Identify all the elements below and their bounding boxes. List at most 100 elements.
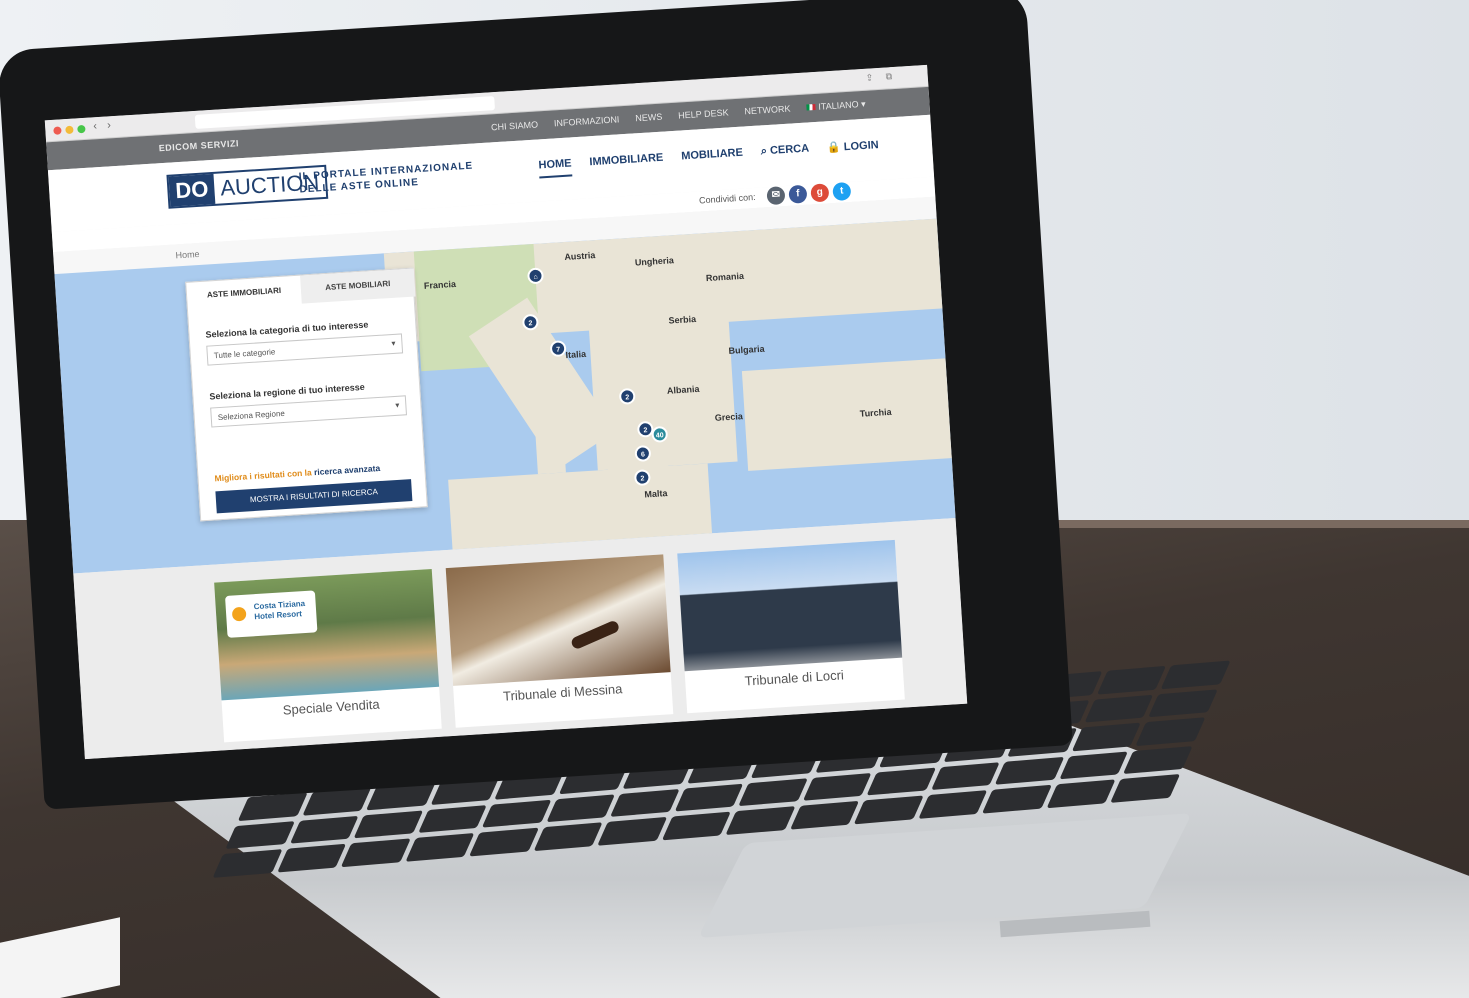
- region-select[interactable]: Seleziona Regione ▾: [210, 395, 408, 428]
- nav-login[interactable]: 🔒 LOGIN: [827, 138, 880, 160]
- keyboard-key: [866, 767, 937, 796]
- keyboard-key: [994, 756, 1065, 786]
- keyboard-key: [854, 795, 924, 825]
- breadcrumb-home[interactable]: Home: [175, 249, 200, 260]
- keyboard-key: [289, 815, 359, 845]
- keyboard-key: [353, 810, 423, 839]
- keyboard-key: [533, 822, 603, 852]
- minimize-dot-icon[interactable]: [65, 125, 74, 135]
- map-label-francia: Francia: [423, 278, 457, 291]
- topnav-network[interactable]: NETWORK: [744, 104, 791, 118]
- keyboard-key: [404, 833, 475, 862]
- photo-scene: ‹ › ⇪ ⧉ EDICOM SERVIZI CHI SIAMO INFORMA…: [0, 0, 1469, 998]
- category-value: Tutte le categorie: [213, 347, 276, 361]
- keyboard-key: [1084, 694, 1154, 723]
- auction-map[interactable]: Francia Austria Ungheria Romania Italia …: [54, 218, 956, 574]
- nav-mobiliare[interactable]: MOBILIARE: [681, 147, 744, 170]
- keyboard-key: [1148, 688, 1218, 718]
- category-select[interactable]: Tutte le categorie ▾: [206, 333, 404, 366]
- google-plus-icon[interactable]: g: [810, 183, 830, 203]
- map-label-turchia: Turchia: [859, 406, 892, 419]
- map-land-sardinia: [534, 412, 566, 475]
- books-gavel-photo: [445, 554, 671, 686]
- keyboard-key: [918, 790, 988, 819]
- lock-icon: 🔒: [826, 141, 842, 155]
- keyboard-key: [930, 761, 1001, 791]
- card-speciale-vendita[interactable]: Costa Tiziana Hotel Resort Speciale Vend…: [214, 568, 442, 743]
- close-dot-icon[interactable]: [53, 126, 62, 135]
- map-label-serbia: Serbia: [668, 313, 697, 326]
- back-icon[interactable]: ‹: [93, 120, 97, 132]
- keyboard-key: [1135, 717, 1206, 746]
- map-land-balkans: [587, 291, 738, 471]
- chevron-down-icon: ▾: [395, 400, 400, 410]
- main-nav: HOME IMMOBILIARE MOBILIARE ⌕ CERCA 🔒 LOG…: [538, 138, 880, 179]
- keyboard-key: [1161, 660, 1231, 689]
- building-photo: [677, 539, 903, 672]
- card-tribunale-messina[interactable]: Tribunale di Messina: [445, 554, 674, 728]
- topnav-chi-siamo[interactable]: CHI SIAMO: [491, 119, 539, 133]
- keyboard-key: [610, 788, 680, 818]
- show-results-button[interactable]: MOSTRA I RISULTATI DI RICERCA: [215, 479, 413, 514]
- advanced-prefix: Migliora i risultati con la: [214, 467, 313, 484]
- keyboard-key: [1097, 665, 1167, 695]
- keyboard-key: [789, 801, 860, 830]
- search-icon: ⌕: [760, 145, 768, 158]
- card-tribunale-locri[interactable]: Tribunale di Locri: [677, 539, 905, 714]
- nav-immobiliare[interactable]: IMMOBILIARE: [589, 152, 664, 176]
- keyboard-key: [1110, 774, 1181, 803]
- facebook-icon[interactable]: f: [788, 184, 808, 204]
- keyboard-key: [982, 785, 1052, 814]
- forward-icon[interactable]: ›: [107, 119, 111, 131]
- keyboard-key: [417, 804, 488, 834]
- keyboard-key: [661, 811, 731, 841]
- keyboard-key: [597, 817, 667, 846]
- twitter-icon[interactable]: t: [832, 181, 852, 202]
- map-land-turkey: [741, 357, 956, 471]
- keyboard-key: [481, 799, 552, 828]
- map-label-grecia: Grecia: [714, 411, 744, 423]
- map-label-austria: Austria: [564, 250, 596, 263]
- keyboard-key: [1071, 722, 1142, 752]
- logo-do: DO: [168, 173, 216, 207]
- language-select[interactable]: ITALIANO ▾: [806, 99, 866, 114]
- resort-photo: Costa Tiziana Hotel Resort: [214, 568, 440, 701]
- nav-cerca[interactable]: ⌕ CERCA: [760, 142, 809, 164]
- search-panel: ASTE IMMOBILIARI ASTE MOBILIARI Selezion…: [185, 267, 428, 522]
- keyboard-key: [225, 820, 295, 850]
- nav-home[interactable]: HOME: [538, 157, 573, 179]
- laptop-screen: ‹ › ⇪ ⧉ EDICOM SERVIZI CHI SIAMO INFORMA…: [44, 64, 968, 760]
- keyboard-key: [1123, 745, 1193, 775]
- region-value: Seleziona Regione: [217, 408, 286, 423]
- tabs-icon[interactable]: ⧉: [885, 71, 892, 82]
- keyboard-key: [212, 849, 282, 878]
- keyboard-key: [1046, 779, 1116, 809]
- share-label: Condividi con:: [698, 191, 756, 206]
- keyboard-key: [469, 828, 539, 857]
- keyboard-key: [545, 794, 616, 823]
- keyboard-key: [738, 778, 808, 807]
- keyboard-key: [1059, 751, 1129, 780]
- keyboard-key: [725, 806, 796, 836]
- keyboard-key: [674, 783, 744, 812]
- zoom-dot-icon[interactable]: [77, 124, 86, 134]
- keyboard-key: [276, 844, 347, 873]
- gavel-icon: [569, 619, 621, 651]
- tab-aste-immobiliari[interactable]: ASTE IMMOBILIARI: [186, 276, 302, 311]
- advanced-search-text: Migliora i risultati con la ricerca avan…: [214, 463, 380, 483]
- email-icon[interactable]: ✉: [766, 186, 786, 206]
- map-label-bulgaria: Bulgaria: [728, 343, 765, 356]
- topnav-news[interactable]: NEWS: [635, 112, 663, 125]
- chevron-down-icon: ▾: [391, 338, 396, 349]
- keyboard-key: [340, 838, 411, 868]
- share-icon[interactable]: ⇪: [865, 72, 873, 83]
- edicom-brand[interactable]: EDICOM SERVIZI: [158, 138, 239, 153]
- topnav-informazioni[interactable]: INFORMAZIONI: [554, 114, 620, 129]
- map-label-malta: Malta: [644, 488, 668, 500]
- map-label-albania: Albania: [666, 383, 700, 396]
- italy-flag-icon: [806, 103, 816, 111]
- advanced-search-link[interactable]: ricerca avanzata: [314, 463, 381, 477]
- topnav-help-desk[interactable]: HELP DESK: [678, 107, 729, 121]
- keyboard-key: [802, 772, 872, 802]
- tab-aste-mobiliari[interactable]: ASTE MOBILIARI: [300, 268, 416, 304]
